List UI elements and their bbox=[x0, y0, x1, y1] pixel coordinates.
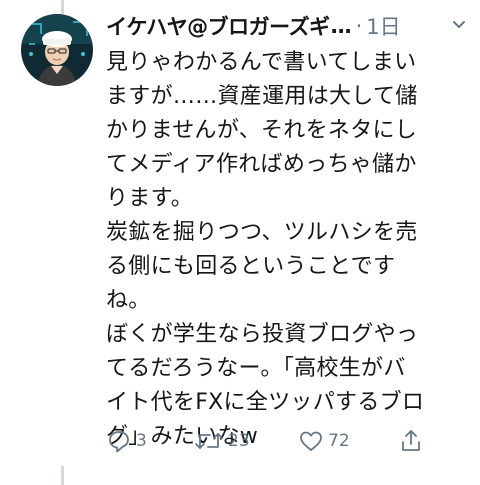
like-button[interactable]: 72 bbox=[298, 426, 350, 456]
tweet-text-line: 炭鉱を掘りつつ、ツルハシを売 bbox=[106, 220, 418, 245]
tweet-text-line: る側にも回るということです bbox=[106, 254, 396, 279]
tweet-header: イケハヤ@ブロガーズギ … · 1日 bbox=[106, 8, 470, 44]
reply-count: 3 bbox=[136, 431, 147, 451]
retweet-button[interactable]: 23 bbox=[194, 426, 250, 456]
tweet[interactable]: イケハヤ@ブロガーズギ … · 1日 見りゃわかるんで書いてしまい ますが……資… bbox=[106, 8, 470, 454]
chevron-down-icon[interactable] bbox=[450, 15, 468, 37]
tweet-text-line: ますが……資産運用は大して儲 bbox=[106, 84, 418, 109]
tweet-text-line: ね。 bbox=[106, 288, 151, 313]
heart-icon bbox=[298, 428, 328, 454]
tweet-actions: 3 23 72 bbox=[106, 426, 436, 458]
tweet-text: 見りゃわかるんで書いてしまい ますが……資産運用は大して儲 かりませんが、それを… bbox=[106, 46, 470, 454]
header-separator: · bbox=[355, 14, 363, 38]
share-button[interactable] bbox=[398, 426, 428, 456]
tweet-text-line: 見りゃわかるんで書いてしまい bbox=[106, 50, 417, 75]
avatar[interactable] bbox=[21, 14, 93, 86]
tweet-timestamp[interactable]: 1日 bbox=[366, 11, 400, 41]
thread-connector-top bbox=[61, 0, 64, 14]
reply-button[interactable]: 3 bbox=[106, 426, 147, 456]
author-name[interactable]: イケハヤ@ブロガーズギ bbox=[106, 11, 330, 41]
tweet-text-line: てるだろうなー。「高校生がバ bbox=[106, 356, 406, 381]
tweet-text-line: イト代をFXに全ツッパするブロ bbox=[106, 390, 425, 415]
share-icon bbox=[398, 428, 428, 454]
tweet-text-line: かりませんが、それをネタにし bbox=[106, 118, 418, 143]
reply-icon bbox=[106, 428, 136, 454]
thread-connector-bottom bbox=[61, 466, 64, 485]
author-name-truncation: … bbox=[330, 14, 352, 38]
like-count: 72 bbox=[328, 431, 350, 451]
avatar-image bbox=[21, 14, 93, 86]
retweet-count: 23 bbox=[228, 431, 250, 451]
tweet-text-line: ります。 bbox=[106, 186, 194, 211]
retweet-icon bbox=[194, 428, 228, 454]
tweet-text-line: てメディア作ればめっちゃ儲か bbox=[106, 152, 417, 177]
tweet-text-line: ぼくが学生なら投資ブログやっ bbox=[106, 322, 419, 347]
